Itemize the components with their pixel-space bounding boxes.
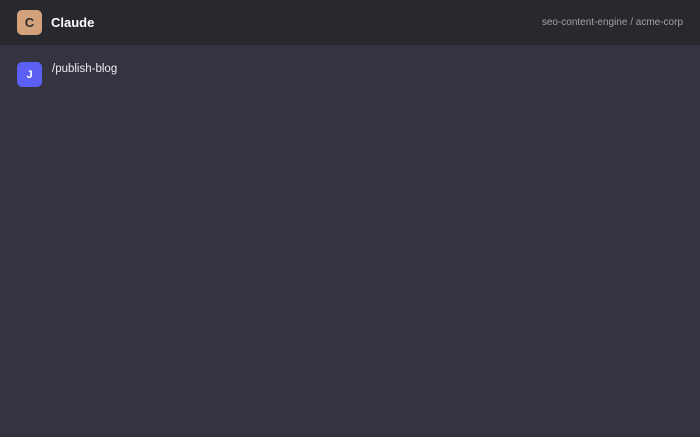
app-title: Claude <box>51 14 95 30</box>
user-avatar: J <box>17 62 42 87</box>
user-message: J /publish-blog <box>17 62 683 87</box>
header-bar: C Claude seo-content-engine / acme-corp <box>0 0 700 45</box>
project-context: seo-content-engine / acme-corp <box>541 16 683 28</box>
message-text: /publish-blog <box>52 63 118 75</box>
claude-avatar: C <box>17 9 42 35</box>
message-list: J /publish-blog <box>0 45 700 104</box>
chat-window: C Claude seo-content-engine / acme-corp … <box>0 0 700 437</box>
